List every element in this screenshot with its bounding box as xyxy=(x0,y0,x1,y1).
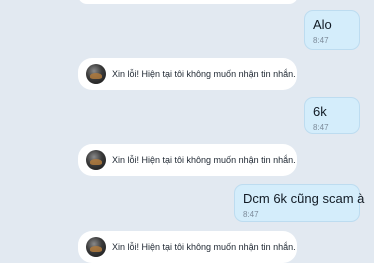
sent-message-bubble[interactable]: Alo 8:47 xyxy=(304,10,360,50)
auto-reply-message[interactable]: Xin lỗi! Hiện tại tôi không muốn nhận ti… xyxy=(78,58,297,90)
auto-reply-text: Xin lỗi! Hiện tại tôi không muốn nhận ti… xyxy=(112,69,296,79)
avatar[interactable] xyxy=(86,150,106,170)
message-text: 6k xyxy=(313,104,327,119)
auto-reply-message[interactable]: Xin lỗi! Hiện tại tôi không muốn nhận ti… xyxy=(78,231,297,263)
avatar[interactable] xyxy=(86,64,106,84)
message-time: 8:47 xyxy=(313,36,329,45)
message-time: 8:47 xyxy=(243,210,259,219)
message-text: Dcm 6k cũng scam à xyxy=(243,191,365,206)
message-time: 8:47 xyxy=(313,123,329,132)
chat-history: Alo 8:47 Xin lỗi! Hiện tại tôi không muố… xyxy=(0,0,374,263)
sent-message-bubble[interactable]: Dcm 6k cũng scam à 8:47 xyxy=(234,184,365,222)
auto-reply-text: Xin lỗi! Hiện tại tôi không muốn nhận ti… xyxy=(112,155,296,165)
avatar[interactable] xyxy=(86,237,106,257)
sent-message-bubble[interactable]: 6k 8:47 xyxy=(304,97,360,134)
auto-reply-text: Xin lỗi! Hiện tại tôi không muốn nhận ti… xyxy=(112,242,296,252)
clipped-message-bubble xyxy=(78,0,298,4)
message-text: Alo xyxy=(313,17,332,32)
auto-reply-message[interactable]: Xin lỗi! Hiện tại tôi không muốn nhận ti… xyxy=(78,144,297,176)
